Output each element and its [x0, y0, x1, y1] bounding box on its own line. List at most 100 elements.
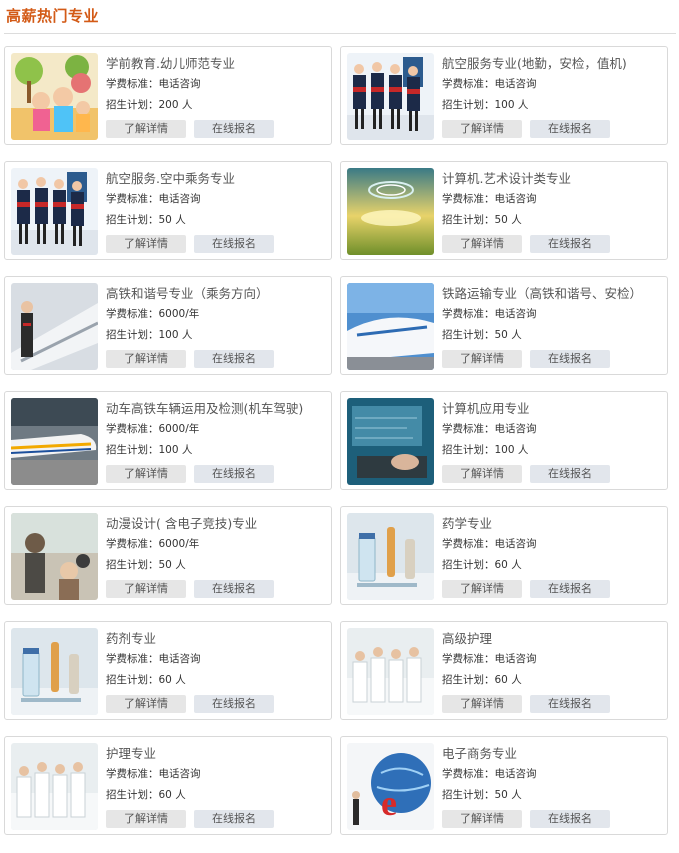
medicine-vials-photo[interactable]	[11, 628, 98, 715]
plan-value: 60 人	[494, 674, 522, 686]
major-plan: 招生计划：50 人	[106, 558, 327, 572]
major-name[interactable]: 动漫设计( 含电子竞技)专业	[106, 516, 327, 532]
details-button[interactable]: 了解详情	[442, 810, 522, 828]
card-actions: 了解详情 在线报名	[106, 350, 274, 368]
nurses-photo[interactable]	[347, 628, 434, 715]
fee-value: 6000/年	[158, 538, 200, 550]
signup-button[interactable]: 在线报名	[530, 350, 610, 368]
signup-button[interactable]: 在线报名	[530, 810, 610, 828]
major-name[interactable]: 计算机.艺术设计类专业	[442, 171, 663, 187]
major-fee: 学费标准：6000/年	[106, 422, 327, 436]
signup-button[interactable]: 在线报名	[530, 695, 610, 713]
plan-value: 100 人	[494, 99, 529, 111]
details-button[interactable]: 了解详情	[106, 465, 186, 483]
major-fee: 学费标准：电话咨询	[442, 422, 663, 436]
card-actions: 了解详情 在线报名	[106, 810, 274, 828]
major-name[interactable]: 铁路运输专业（高铁和谐号、安检）	[442, 286, 663, 302]
signup-button[interactable]: 在线报名	[194, 580, 274, 598]
fee-label: 学费标准：	[106, 653, 159, 665]
plan-value: 100 人	[158, 329, 193, 341]
signup-button[interactable]: 在线报名	[194, 235, 274, 253]
major-name[interactable]: 护理专业	[106, 746, 327, 762]
details-button[interactable]: 了解详情	[106, 235, 186, 253]
details-button[interactable]: 了解详情	[442, 580, 522, 598]
major-name[interactable]: 动车高铁车辆运用及检测(机车驾驶)	[106, 401, 327, 417]
major-name[interactable]: 高级护理	[442, 631, 663, 647]
major-name[interactable]: 高铁和谐号专业（乘务方向）	[106, 286, 327, 302]
major-name[interactable]: 药学专业	[442, 516, 663, 532]
signup-button[interactable]: 在线报名	[194, 465, 274, 483]
medicine-vials-photo[interactable]	[347, 513, 434, 600]
fee-label: 学费标准：	[106, 768, 159, 780]
high-speed-train-photo[interactable]	[11, 398, 98, 485]
card-actions: 了解详情 在线报名	[442, 465, 610, 483]
plan-label: 招生计划：	[442, 329, 495, 341]
major-name[interactable]: 计算机应用专业	[442, 401, 663, 417]
plan-value: 60 人	[158, 789, 186, 801]
major-info: 航空服务.空中乘务专业 学费标准：电话咨询 招生计划：50 人	[106, 171, 327, 227]
signup-button[interactable]: 在线报名	[530, 120, 610, 138]
flight-attendants-photo[interactable]	[11, 168, 98, 255]
major-info: 动漫设计( 含电子竞技)专业 学费标准：6000/年 招生计划：50 人	[106, 516, 327, 572]
major-info: 电子商务专业 学费标准：电话咨询 招生计划：50 人	[442, 746, 663, 802]
details-button[interactable]: 了解详情	[106, 580, 186, 598]
major-card: 高铁和谐号专业（乘务方向） 学费标准：6000/年 招生计划：100 人 了解详…	[4, 276, 332, 375]
train-attendant-photo[interactable]	[11, 283, 98, 370]
major-plan: 招生计划：100 人	[106, 443, 327, 457]
plan-value: 60 人	[494, 559, 522, 571]
major-fee: 学费标准：电话咨询	[106, 192, 327, 206]
major-name[interactable]: 电子商务专业	[442, 746, 663, 762]
major-info: 计算机.艺术设计类专业 学费标准：电话咨询 招生计划：50 人	[442, 171, 663, 227]
bullet-train-photo[interactable]	[347, 283, 434, 370]
details-button[interactable]: 了解详情	[442, 350, 522, 368]
signup-button[interactable]: 在线报名	[530, 235, 610, 253]
major-name[interactable]: 航空服务.空中乘务专业	[106, 171, 327, 187]
major-fee: 学费标准：电话咨询	[442, 767, 663, 781]
details-button[interactable]: 了解详情	[442, 695, 522, 713]
details-button[interactable]: 了解详情	[106, 695, 186, 713]
nurses-photo[interactable]	[11, 743, 98, 830]
fee-label: 学费标准：	[442, 193, 495, 205]
major-name[interactable]: 学前教育.幼儿师范专业	[106, 56, 327, 72]
plan-value: 50 人	[158, 559, 186, 571]
major-info: 学前教育.幼儿师范专业 学费标准：电话咨询 招生计划：200 人	[106, 56, 327, 112]
children-teacher-photo[interactable]	[11, 53, 98, 140]
plan-value: 100 人	[494, 444, 529, 456]
major-info: 高级护理 学费标准：电话咨询 招生计划：60 人	[442, 631, 663, 687]
major-card: 药剂专业 学费标准：电话咨询 招生计划：60 人 了解详情 在线报名	[4, 621, 332, 720]
abstract-sunrise-photo[interactable]	[347, 168, 434, 255]
signup-button[interactable]: 在线报名	[194, 810, 274, 828]
major-fee: 学费标准：电话咨询	[442, 192, 663, 206]
plan-value: 50 人	[494, 789, 522, 801]
fee-value: 6000/年	[158, 308, 200, 320]
fee-value: 电话咨询	[494, 193, 537, 205]
ecommerce-globe-photo[interactable]: e	[347, 743, 434, 830]
signup-button[interactable]: 在线报名	[194, 120, 274, 138]
anime-characters-photo[interactable]	[11, 513, 98, 600]
details-button[interactable]: 了解详情	[106, 120, 186, 138]
plan-value: 50 人	[158, 214, 186, 226]
flight-attendants-photo[interactable]	[347, 53, 434, 140]
fee-label: 学费标准：	[106, 193, 159, 205]
major-card: 航空服务.空中乘务专业 学费标准：电话咨询 招生计划：50 人 了解详情 在线报…	[4, 161, 332, 260]
details-button[interactable]: 了解详情	[442, 235, 522, 253]
details-button[interactable]: 了解详情	[106, 810, 186, 828]
details-button[interactable]: 了解详情	[442, 465, 522, 483]
major-info: 航空服务专业(地勤，安检，值机) 学费标准：电话咨询 招生计划：100 人	[442, 56, 663, 112]
details-button[interactable]: 了解详情	[106, 350, 186, 368]
major-name[interactable]: 药剂专业	[106, 631, 327, 647]
card-actions: 了解详情 在线报名	[106, 695, 274, 713]
fee-value: 电话咨询	[158, 78, 201, 90]
signup-button[interactable]: 在线报名	[530, 465, 610, 483]
plan-label: 招生计划：	[106, 99, 159, 111]
details-button[interactable]: 了解详情	[442, 120, 522, 138]
major-name[interactable]: 航空服务专业(地勤，安检，值机)	[442, 56, 663, 72]
keyboard-hands-photo[interactable]	[347, 398, 434, 485]
signup-button[interactable]: 在线报名	[530, 580, 610, 598]
major-card: 计算机应用专业 学费标准：电话咨询 招生计划：100 人 了解详情 在线报名	[340, 391, 668, 490]
signup-button[interactable]: 在线报名	[194, 350, 274, 368]
plan-label: 招生计划：	[442, 789, 495, 801]
signup-button[interactable]: 在线报名	[194, 695, 274, 713]
major-card: 航空服务专业(地勤，安检，值机) 学费标准：电话咨询 招生计划：100 人 了解…	[340, 46, 668, 145]
fee-value: 电话咨询	[158, 193, 201, 205]
